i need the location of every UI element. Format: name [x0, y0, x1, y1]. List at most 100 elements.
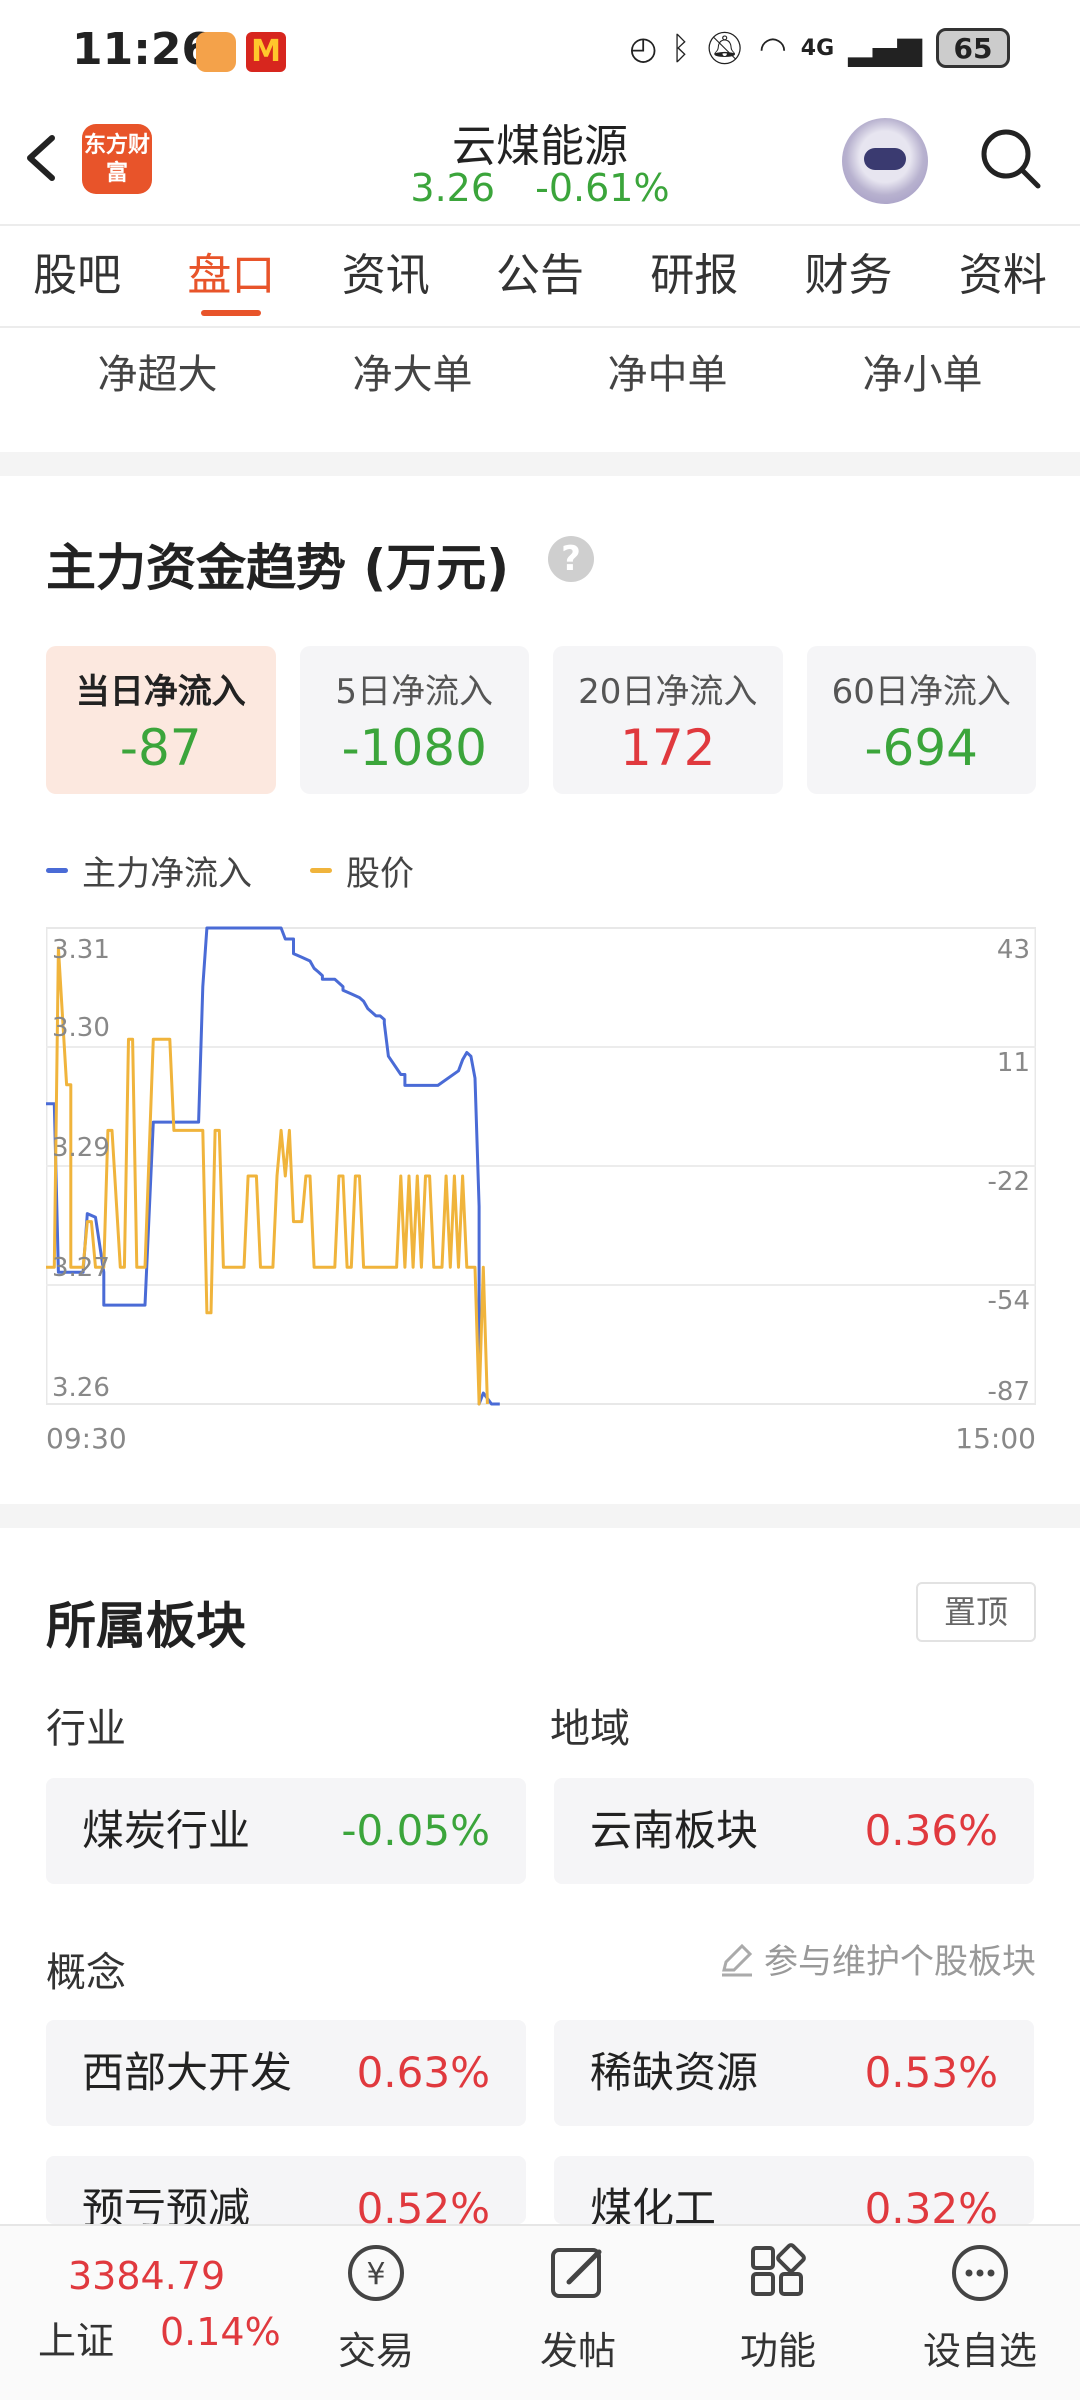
y-left-tick: 3.29 [52, 1133, 110, 1163]
post-label: 发帖 [539, 2329, 616, 2373]
y-left-tick: 3.30 [52, 1013, 110, 1043]
sector-pct: 0.32% [864, 2184, 998, 2224]
wifi-icon: ◠ [758, 29, 787, 67]
post-icon [551, 2248, 602, 2298]
concept-card-2[interactable]: 预亏预减 0.52% [46, 2156, 526, 2224]
nfc-icon: ◴ [629, 29, 658, 67]
flow-card-value: -87 [119, 719, 202, 777]
mcdonalds-icon: M [246, 32, 286, 72]
notification-app-icon [196, 32, 236, 72]
tab-4[interactable]: 研报 [617, 226, 771, 326]
fund-flow-chart[interactable]: 43 11 -22 -54 -87 3.31 3.30 3.29 3.27 3.26 09:30 15… [46, 924, 1036, 1454]
sector-card-industry[interactable]: 煤炭行业 -0.05% [46, 1778, 526, 1884]
tab-1[interactable]: 盘口 [154, 226, 308, 326]
flow-card-label: 5日净流入 [335, 672, 494, 712]
status-bar: 11:26 M ◴ ᛒ 🔕︎ ◠ 4G ▂▄▆ 65 [0, 0, 1080, 100]
y-right-tick: -22 [988, 1167, 1030, 1197]
y-left-tick: 3.31 [52, 935, 110, 965]
legend-label: 股价 [346, 854, 414, 894]
concept-label: 概念 [46, 1950, 126, 1996]
sector-name: 稀缺资源 [590, 2048, 759, 2097]
signal-label: 4G [800, 35, 835, 61]
apps-icon [751, 2243, 806, 2296]
region-label: 地域 [550, 1706, 630, 1752]
sector-pct: -0.05% [341, 1806, 490, 1855]
status-icons: ◴ ᛒ 🔕︎ ◠ 4G ▂▄▆ 65 [629, 28, 1010, 68]
flow-cards: 当日净流入 -87 5日净流入 -1080 20日净流入 172 60日净流入 -694 [46, 646, 1036, 794]
industry-label: 行业 [46, 1706, 126, 1752]
x-tick: 15:00 [955, 1422, 1036, 1454]
tab-0[interactable]: 股吧 [0, 226, 154, 326]
maintain-link-label: 参与维护个股板块 [764, 1942, 1036, 1982]
maintain-sectors-link[interactable]: 参与维护个股板块 [718, 1934, 1036, 1983]
fund-trend-title: 主力资金趋势 (万元) [46, 539, 510, 597]
flow-card-value: 172 [620, 719, 716, 777]
y-left-tick: 3.26 [52, 1373, 110, 1403]
legend-label: 主力净流入 [82, 854, 252, 894]
tab-5[interactable]: 财务 [771, 226, 925, 326]
tab-2[interactable]: 资讯 [309, 226, 463, 326]
post-button[interactable]: 发帖 [498, 2238, 658, 2375]
index-value: 3384.79 [68, 2254, 226, 2298]
help-icon[interactable]: ? [548, 536, 594, 582]
flow-card-label: 20日净流入 [578, 672, 758, 712]
y-right-tick: -87 [988, 1377, 1030, 1407]
y-right-tick: 11 [997, 1048, 1030, 1078]
legend-swatch [310, 868, 332, 873]
sub-tab-2[interactable]: 净中单 [540, 330, 795, 420]
section-gap [0, 1504, 1080, 1528]
concept-card-0[interactable]: 西部大开发 0.63% [46, 2020, 526, 2126]
flow-card-0[interactable]: 当日净流入 -87 [46, 646, 276, 794]
sub-tab-1[interactable]: 净大单 [285, 330, 540, 420]
clock: 11:26 [72, 24, 213, 75]
trade-label: 交易 [337, 2329, 414, 2373]
index-pct: 0.14% [160, 2310, 281, 2354]
sector-pct: 0.53% [864, 2048, 998, 2097]
add-watchlist-label: 设自选 [922, 2329, 1037, 2373]
trade-icon: ¥ [348, 2245, 404, 2301]
y-left-tick: 3.27 [52, 1253, 110, 1283]
tabs-divider [0, 326, 1080, 328]
concept-card-3[interactable]: 煤化工 0.32% [554, 2156, 1034, 2224]
section-gap [0, 452, 1080, 476]
sector-pct: 0.36% [864, 1806, 998, 1855]
edit-icon [722, 1943, 753, 1976]
search-icon [981, 129, 1041, 189]
sector-name: 云南板块 [590, 1806, 759, 1855]
main-tabs: 股吧 盘口 资讯 公告 研报 财务 资料 [0, 226, 1080, 326]
flow-card-2[interactable]: 20日净流入 172 [553, 646, 783, 794]
flow-card-value: -694 [864, 719, 978, 777]
y-right-tick: 43 [997, 935, 1030, 965]
sectors-title: 所属板块 [46, 1597, 246, 1655]
sub-tab-0[interactable]: 净超大 [30, 330, 285, 420]
concept-card-1[interactable]: 稀缺资源 0.53% [554, 2020, 1034, 2126]
sub-tab-3[interactable]: 净小单 [795, 330, 1050, 420]
pin-top-button[interactable]: 置顶 [916, 1582, 1036, 1642]
sector-name: 西部大开发 [82, 2048, 293, 2097]
bottom-bar: 3384.79 上证 0.14% ¥ 交易 发帖 功能 设自选 [0, 2224, 1080, 2400]
flow-card-3[interactable]: 60日净流入 -694 [806, 646, 1036, 794]
functions-button[interactable]: 功能 [698, 2238, 858, 2375]
sector-pct: 0.52% [356, 2184, 490, 2224]
tab-6[interactable]: 资料 [926, 226, 1080, 326]
sector-card-region[interactable]: 云南板块 0.36% [554, 1778, 1034, 1884]
flow-card-1[interactable]: 5日净流入 -1080 [299, 646, 529, 794]
functions-label: 功能 [739, 2329, 816, 2373]
chart-legend: 主力净流入 股价 [46, 846, 414, 895]
stock-price: 3.26 [410, 166, 496, 210]
flow-card-label: 当日净流入 [75, 672, 246, 712]
legend-item-flow: 主力净流入 [46, 846, 252, 895]
fund-sub-tabs: 净超大 净大单 净中单 净小单 [0, 330, 1080, 420]
stock-change: -0.61% [535, 166, 670, 210]
trade-button[interactable]: ¥ 交易 [296, 2238, 456, 2375]
y-right-tick: -54 [988, 1286, 1030, 1316]
tab-3[interactable]: 公告 [463, 226, 617, 326]
signal-icon: ▂▄▆ [848, 29, 922, 67]
add-watchlist-button[interactable]: 设自选 [900, 2238, 1060, 2375]
search-button[interactable] [978, 126, 1042, 190]
more-icon [952, 2245, 1008, 2301]
bluetooth-icon: ᛒ [671, 29, 691, 67]
assistant-robot-icon[interactable] [842, 118, 928, 204]
header: 东方财富 云煤能源 3.26 -0.61% [0, 100, 1080, 224]
legend-item-price: 股价 [310, 846, 414, 895]
